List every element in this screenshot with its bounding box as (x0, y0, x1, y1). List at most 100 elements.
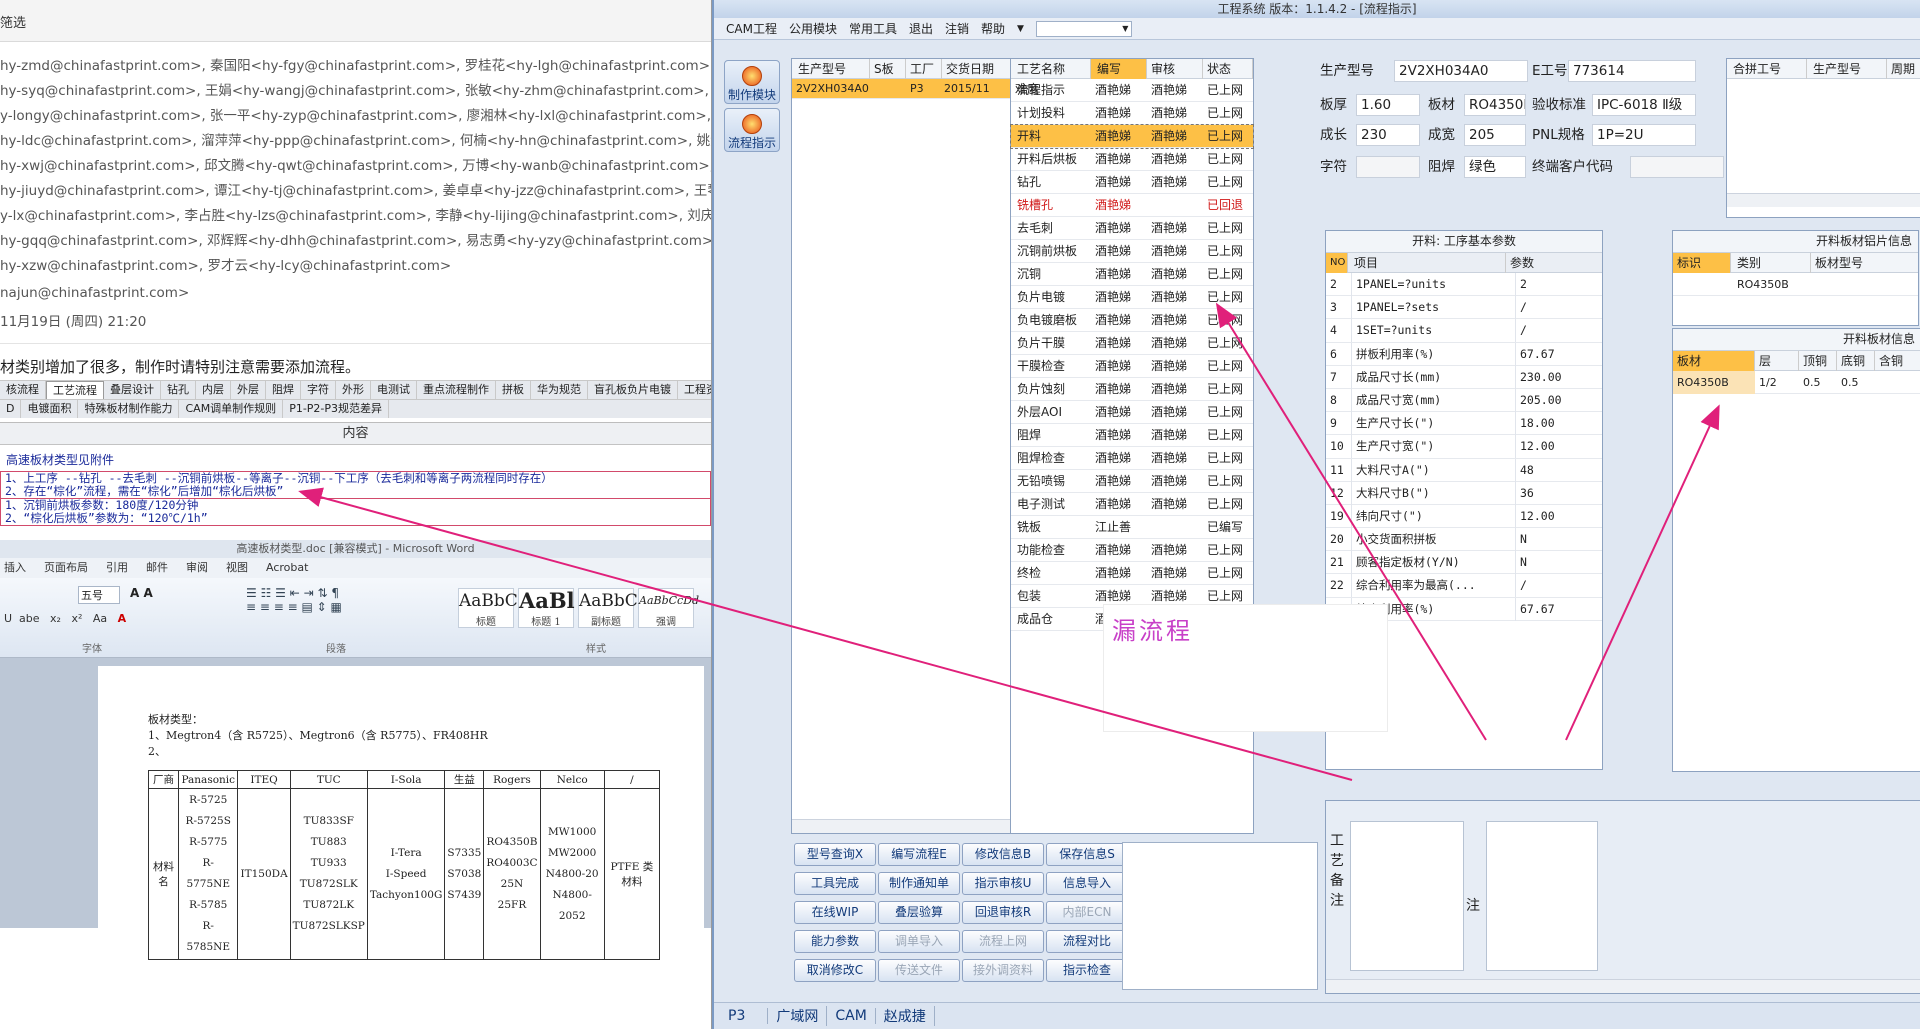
font-color-button[interactable]: A (118, 612, 127, 625)
process-row[interactable]: 计划投料 酒艳娣 酒艳娣 已上网 (1011, 102, 1253, 125)
tab[interactable]: 华为规范 (531, 381, 588, 399)
grow-font-button[interactable]: A A (130, 586, 153, 600)
tab[interactable]: 核流程 (0, 381, 46, 399)
col-header[interactable]: 状态 (1203, 59, 1253, 79)
param-row[interactable]: 19 纬向尺寸(") 12.00 (1326, 504, 1602, 529)
process-row[interactable]: 阻焊检查 酒艳娣 酒艳娣 已上网 (1011, 447, 1253, 470)
menu-tools[interactable]: 常用工具 (849, 20, 897, 37)
process-row[interactable]: 去毛刺 酒艳娣 酒艳娣 已上网 (1011, 217, 1253, 240)
process-online-button[interactable]: 流程上网 (962, 930, 1044, 953)
filter-label[interactable]: 筂选 (0, 16, 26, 31)
tab[interactable]: 叠层设计 (104, 381, 161, 399)
rollback-button[interactable]: 回退审核R (962, 901, 1044, 924)
param-row[interactable]: 11 大料尺寸A(") 48 (1326, 458, 1602, 482)
log-box[interactable] (1122, 842, 1318, 990)
internal-ecn-button[interactable]: 内部ECN (1046, 901, 1128, 924)
check-button[interactable]: 指示检查 (1046, 959, 1128, 982)
col-header[interactable]: 板材 (1673, 351, 1755, 371)
param-row[interactable]: 3 1PANEL=?sets / (1326, 296, 1602, 320)
word-menu-item[interactable]: 插入 (4, 558, 26, 578)
col-header[interactable]: 编写 (1091, 59, 1147, 79)
col-header[interactable]: 生产型号 (1807, 59, 1887, 79)
tab[interactable]: D (0, 400, 22, 418)
word-menu-item[interactable]: 邮件 (146, 558, 168, 578)
width-field[interactable]: 205 (1464, 124, 1526, 146)
param-row[interactable]: 9 生产尺寸长(") 18.00 (1326, 412, 1602, 436)
tab[interactable]: 重点流程制作 (417, 381, 496, 399)
process-row[interactable]: 开料 酒艳娣 酒艳娣 已上网 (1010, 124, 1254, 149)
menu-exit[interactable]: 退出 (909, 20, 933, 37)
param-row[interactable]: 2 1PANEL=?units 2 (1326, 273, 1602, 297)
chevron-down-icon[interactable]: ▼ (1017, 24, 1024, 34)
param-row[interactable]: 7 成品尺寸长(mm) 230.00 (1326, 365, 1602, 389)
tab[interactable]: 工程资料备 (678, 381, 711, 399)
process-row[interactable]: 铣板 江止善 已编写 (1011, 516, 1253, 539)
tab-process-flow[interactable]: 工艺流程 (46, 381, 104, 399)
col-header[interactable]: 顶铜 (1799, 351, 1837, 371)
thickness-field[interactable]: 1.60 (1356, 94, 1420, 116)
process-row[interactable]: 沉铜前烘板 酒艳娣 酒艳娣 已上网 (1011, 240, 1253, 263)
tab[interactable]: 内层 (196, 381, 231, 399)
word-menu-item[interactable]: 审阅 (186, 558, 208, 578)
param-row[interactable]: 6 拼板利用率(%) 67.67 (1326, 342, 1602, 366)
process-row[interactable]: 负片干膜 酒艳娣 酒艳娣 已上网 (1011, 332, 1253, 355)
col-header[interactable]: 生产型号 (792, 59, 870, 79)
eno-field[interactable]: 773614 (1568, 60, 1696, 82)
status-factory[interactable]: P3 (714, 1008, 769, 1024)
process-row[interactable]: 负电镀磨板 酒艳娣 酒艳娣 已上网 (1011, 309, 1253, 332)
process-row[interactable]: 负片蚀刻 酒艳娣 酒艳娣 已上网 (1011, 378, 1253, 401)
param-row[interactable]: 4 1SET=?units / (1326, 319, 1602, 343)
font-size-select[interactable]: 五号 (78, 586, 120, 604)
model-field[interactable]: 2V2XH034A0 (1394, 60, 1528, 82)
col-header[interactable]: 标识 (1673, 253, 1731, 273)
param-row[interactable]: 10 生产尺寸宽(") 12.00 (1326, 435, 1602, 459)
document-page[interactable]: 板材类型： 1、Megtron4（含 R5725）、Megtron6（含 R57… (98, 666, 704, 960)
process-row[interactable]: 开料后烘板 酒艳娣 酒艳娣 已上网 (1011, 148, 1253, 171)
process-row[interactable]: 负片电镀 酒艳娣 酒艳娣 已上网 (1011, 286, 1253, 309)
table-row[interactable]: 2V2XH034A0 P3 2015/11 (792, 79, 1016, 99)
col-header[interactable]: NO (1326, 253, 1348, 273)
save-info-button[interactable]: 保存信息S (1046, 843, 1128, 866)
col-header[interactable]: 周期 (1887, 59, 1920, 79)
menu-combo[interactable]: ▼ (1035, 20, 1132, 37)
style-title[interactable]: AaBbC 标题 (458, 588, 518, 628)
col-header[interactable]: 交货日期 (942, 59, 994, 79)
word-menu-item[interactable]: 视图 (226, 558, 248, 578)
stack-check-button[interactable]: 叠层验算 (878, 901, 960, 924)
style-heading1[interactable]: AaBl 标题 1 (518, 588, 575, 628)
col-header[interactable]: 合拼工号 (1727, 59, 1807, 79)
col-header[interactable]: 工艺名称 (1011, 59, 1091, 79)
write-process-button[interactable]: 编写流程E (878, 843, 960, 866)
col-header[interactable]: 审核 (1147, 59, 1203, 79)
process-button[interactable]: 流程指示 (724, 108, 780, 152)
menu-help[interactable]: 帮助 (981, 20, 1005, 37)
col-header[interactable]: 层 (1755, 351, 1799, 371)
param-row[interactable]: 22 综合利用率为最高(... / (1326, 574, 1602, 598)
style-subtitle[interactable]: AaBbC 副标题 (578, 588, 638, 628)
tab[interactable]: 钻孔 (161, 381, 196, 399)
style-emphasis[interactable]: AaBbCcDd 强调 (638, 588, 699, 628)
col-header[interactable]: 工厂 (906, 59, 942, 79)
word-menu-item[interactable]: Acrobat (266, 558, 308, 578)
approve-button[interactable]: 指示审核U (962, 872, 1044, 895)
send-file-button[interactable]: 传送文件 (878, 959, 960, 982)
col-header[interactable]: 含铜 (1875, 351, 1911, 371)
mask-field[interactable]: 绿色 (1464, 156, 1526, 178)
table-row[interactable]: RO4350B 1/2 0.5 0.5 (1673, 371, 1920, 394)
col-header[interactable]: S板 (870, 59, 906, 79)
horizontal-scrollbar[interactable] (1727, 193, 1920, 207)
process-row[interactable]: 干膜检查 酒艳娣 酒艳娣 已上网 (1011, 355, 1253, 378)
underline-button[interactable]: U (4, 612, 12, 625)
remark-text-left[interactable] (1350, 821, 1464, 971)
process-row[interactable]: 铣槽孔 酒艳娣 已回退 (1011, 194, 1253, 217)
tab[interactable]: 外形 (336, 381, 371, 399)
capability-button[interactable]: 能力参数 (794, 930, 876, 953)
tab[interactable]: P1-P2-P3规范差异 (283, 400, 390, 418)
standard-field[interactable]: IPC-6018 Ⅱ级 (1592, 94, 1696, 116)
tab[interactable]: 电测试 (371, 381, 417, 399)
tool-complete-button[interactable]: 工具完成 (794, 872, 876, 895)
word-menu-item[interactable]: 页面布局 (44, 558, 88, 578)
length-field[interactable]: 230 (1356, 124, 1420, 146)
tab[interactable]: 盲孔板负片电镀 (588, 381, 678, 399)
col-header[interactable]: 参数 (1506, 253, 1596, 273)
